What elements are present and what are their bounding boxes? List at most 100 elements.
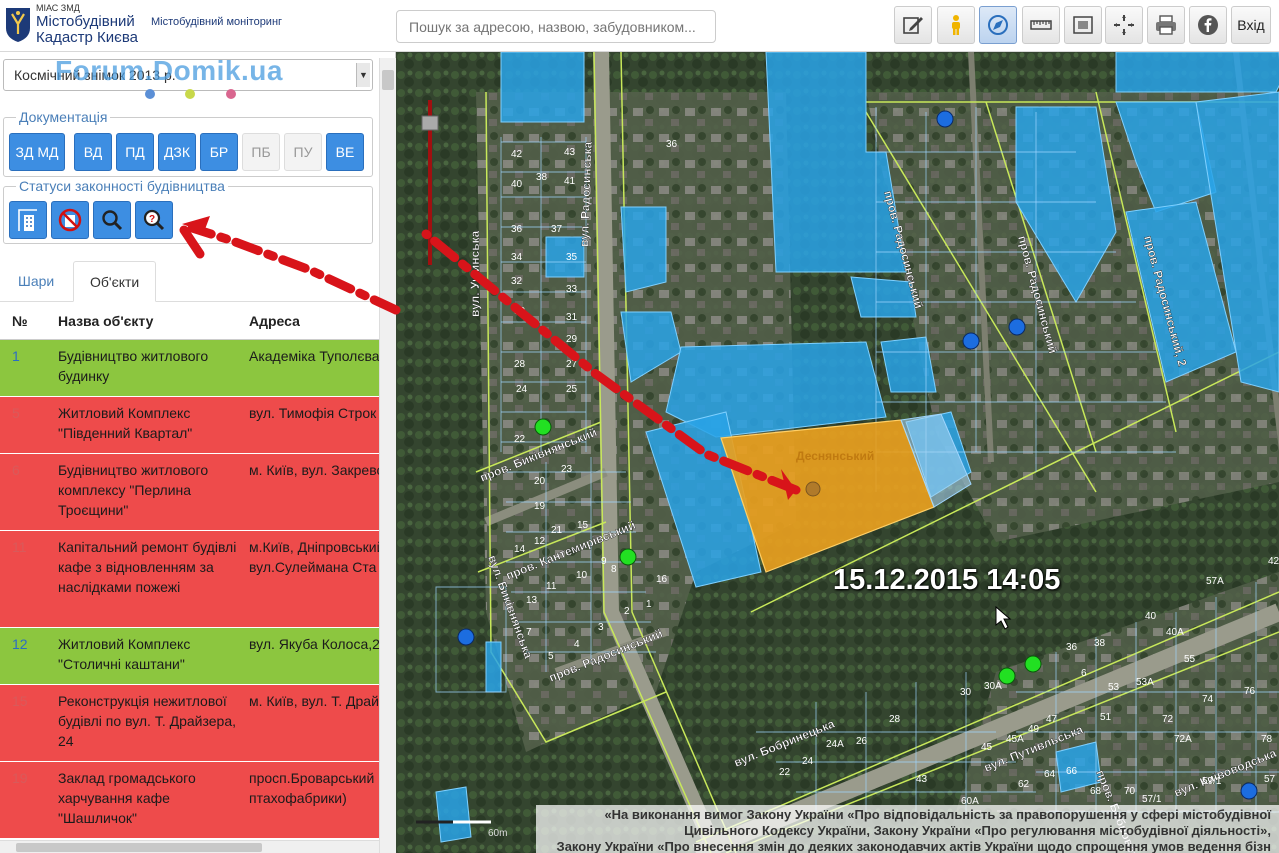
- marker-unknown[interactable]: [1240, 782, 1258, 800]
- plot-number: 30: [960, 687, 972, 698]
- table-row[interactable]: 19 Заклад громадського харчування кафе "Ш…: [0, 762, 379, 839]
- row-number[interactable]: 1: [12, 346, 20, 366]
- tab-layers[interactable]: Шари: [2, 261, 70, 302]
- plot-number: 37: [551, 224, 563, 235]
- scale-label: 60m: [488, 828, 507, 839]
- row-object-name: Будівництво житлового будинку: [58, 348, 209, 384]
- table-row[interactable]: 5 Житловий Комплекс "Південний Квартал" ву…: [0, 397, 379, 454]
- plot-number: 3: [598, 622, 604, 633]
- doc-filter-zd-md[interactable]: ЗД МД: [9, 133, 65, 171]
- marker-unknown[interactable]: [962, 332, 980, 350]
- login-button[interactable]: Вхід: [1231, 6, 1271, 44]
- facebook-icon: [1198, 15, 1218, 35]
- plot-number: 4: [574, 639, 580, 650]
- compass-button[interactable]: [979, 6, 1017, 44]
- scrollbar-thumb[interactable]: [16, 843, 262, 852]
- plot-number: 45А: [1006, 734, 1024, 745]
- marker-legal[interactable]: [619, 548, 637, 566]
- search-input[interactable]: [396, 10, 716, 43]
- row-number[interactable]: 12: [12, 634, 28, 654]
- plot-number: 43: [564, 147, 576, 158]
- status-building-button[interactable]: [9, 201, 47, 239]
- table-row[interactable]: 12 Житловий Комплекс "Столичні каштани" ву…: [0, 628, 379, 685]
- legal-notice-line: «На виконання вимог Закону України «Про …: [604, 807, 1271, 822]
- compass-icon: [988, 15, 1008, 35]
- watermark: Forum.Domik.ua: [55, 55, 283, 86]
- marker-legal[interactable]: [534, 418, 552, 436]
- plot-number: 36: [511, 224, 523, 235]
- magnifier-icon: [102, 210, 123, 231]
- marker-unknown[interactable]: [936, 110, 954, 128]
- plot-number: 42: [1268, 556, 1279, 567]
- table-row[interactable]: 11 Капітальний ремонт будівлі кафе з відн…: [0, 531, 379, 628]
- plot-number: 30А: [984, 681, 1002, 692]
- building-crane-icon: [18, 209, 37, 231]
- logo-caption: МІАС ЗМД: [36, 3, 80, 13]
- plot-number: 38: [1094, 638, 1106, 649]
- scrollbar-thumb[interactable]: [382, 70, 394, 90]
- row-address-line: м. Київ, вул. Т. Драй: [249, 693, 379, 709]
- facebook-button[interactable]: [1189, 6, 1227, 44]
- status-prohibited-button[interactable]: [51, 201, 89, 239]
- plot-number: 28: [514, 359, 526, 370]
- row-number[interactable]: 15: [12, 691, 28, 711]
- plot-number: 31: [566, 312, 578, 323]
- marker-unknown[interactable]: [457, 628, 475, 646]
- row-number[interactable]: 11: [12, 537, 27, 557]
- plot-number: 21: [551, 525, 563, 536]
- plot-number: 57/1: [1142, 794, 1162, 805]
- legal-notice: «На виконання вимог Закону України «Про …: [536, 805, 1279, 853]
- edit-button[interactable]: [894, 6, 932, 44]
- ruler-button[interactable]: [1022, 6, 1060, 44]
- marker-legal[interactable]: [1024, 655, 1042, 673]
- parcel-center-marker[interactable]: [805, 481, 821, 497]
- table-row[interactable]: 1 Будівництво житлового будинку Академіка …: [0, 340, 379, 397]
- tab-objects[interactable]: Об'єкти: [73, 261, 157, 302]
- row-number[interactable]: 19: [12, 768, 28, 788]
- watermark-dot: [185, 89, 195, 99]
- doc-filter-br[interactable]: БР: [200, 133, 238, 171]
- doc-filter-dzk[interactable]: ДЗК: [158, 133, 196, 171]
- plot-number: 15: [577, 520, 589, 531]
- plot-number: 76: [1244, 686, 1256, 697]
- row-object-name: Будівництво житлового комплексу "Перлина…: [58, 462, 209, 518]
- row-address-line: вул. Тимофія Строк: [249, 405, 377, 421]
- table-row[interactable]: 6 Будівництво житлового комплексу "Перлин…: [0, 454, 379, 531]
- plot-number: 38: [536, 172, 548, 183]
- doc-filter-vd[interactable]: ВД: [74, 133, 112, 171]
- row-address: м.Київ, Дніпровський вул.Сулеймана Ста: [249, 537, 379, 577]
- column-header-number[interactable]: №: [12, 313, 28, 329]
- row-number[interactable]: 5: [12, 403, 20, 423]
- vertical-scrollbar[interactable]: [379, 58, 396, 853]
- column-header-name[interactable]: Назва об'єкту: [58, 313, 153, 329]
- table-row[interactable]: 15 Реконструкція нежитлової будівлі по ву…: [0, 685, 379, 762]
- marker-unknown[interactable]: [1008, 318, 1026, 336]
- kyiv-coat-of-arms-logo[interactable]: [3, 4, 33, 44]
- map-canvas[interactable]: Деснянський вул. Ушинська вул. Радосинсь…: [396, 52, 1279, 853]
- zoom-handle[interactable]: [421, 115, 439, 131]
- print-button[interactable]: [1147, 6, 1185, 44]
- status-unknown-button[interactable]: ?: [135, 201, 173, 239]
- area-measure-button[interactable]: [1064, 6, 1102, 44]
- plot-number: 19: [534, 501, 546, 512]
- map-view[interactable]: Деснянський вул. Ушинська вул. Радосинсь…: [396, 52, 1279, 853]
- plot-number: 24: [802, 756, 814, 767]
- doc-filter-pu[interactable]: ПУ: [284, 133, 322, 171]
- plot-number: 1: [646, 599, 652, 610]
- row-address: м. Київ, вул. Закрево: [249, 460, 379, 480]
- row-number[interactable]: 6: [12, 460, 20, 480]
- street-view-button[interactable]: [937, 6, 975, 44]
- doc-filter-ve[interactable]: ВЕ: [326, 133, 364, 171]
- row-address-line: вул.Сулеймана Ста: [249, 559, 377, 575]
- plot-number: 40: [511, 179, 523, 190]
- plot-number: 12: [534, 536, 546, 547]
- chevron-down-icon[interactable]: ▼: [356, 63, 370, 87]
- crosshair-button[interactable]: [1105, 6, 1143, 44]
- plot-number: 9: [601, 556, 607, 567]
- row-address-line: птахофабрики): [249, 790, 347, 806]
- horizontal-scrollbar[interactable]: [0, 840, 379, 853]
- doc-filter-pb[interactable]: ПБ: [242, 133, 280, 171]
- plot-number: 29: [566, 334, 578, 345]
- status-inspection-button[interactable]: [93, 201, 131, 239]
- doc-filter-pd[interactable]: ПД: [116, 133, 154, 171]
